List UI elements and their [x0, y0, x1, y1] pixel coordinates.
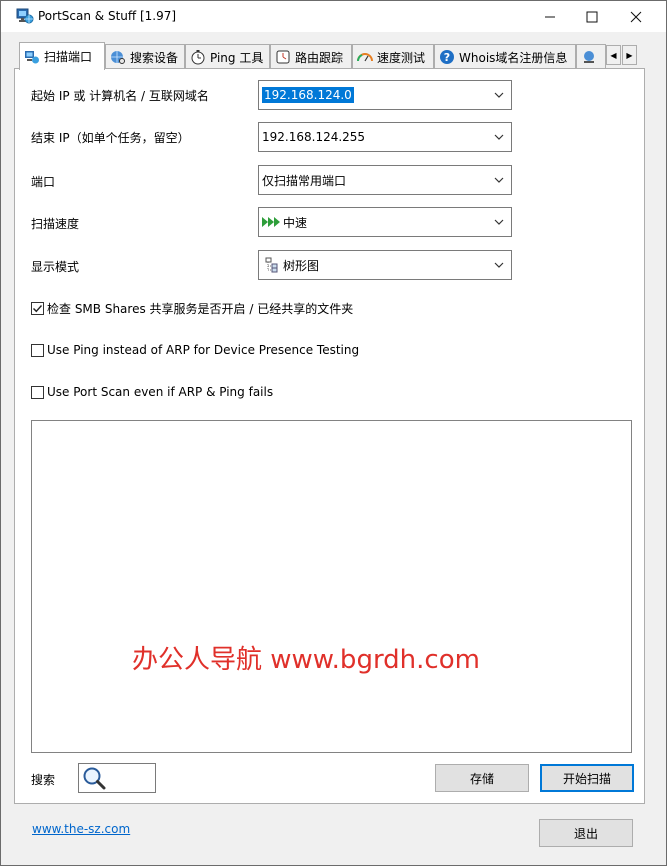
chevron-down-icon: [494, 177, 504, 183]
portscan-check-label: Use Port Scan even if ARP & Ping fails: [47, 385, 274, 399]
tab-scroll-left-button[interactable]: ◀: [606, 45, 621, 65]
smb-check-option[interactable]: 检查 SMB Shares 共享服务是否开启 / 已经共享的文件夹: [31, 300, 353, 317]
title-bar[interactable]: PortScan & Stuff [1.97]: [1, 1, 666, 32]
display-value: 树形图: [283, 258, 320, 273]
portscan-check-option[interactable]: Use Port Scan even if ARP & Ping fails: [31, 385, 273, 399]
minimize-icon: [545, 16, 555, 17]
tab-more[interactable]: [576, 44, 606, 69]
question-icon: ?: [440, 50, 454, 64]
stopwatch-icon: [191, 50, 205, 65]
app-window: PortScan & Stuff [1.97] 扫描端口 搜索设备 Ping 工…: [0, 0, 667, 866]
tab-scroll-right-button[interactable]: ▶: [622, 45, 637, 65]
close-icon: [630, 11, 642, 22]
chevron-down-icon: [494, 219, 504, 225]
end-ip-combo[interactable]: 192.168.124.255: [258, 122, 512, 152]
save-button[interactable]: 存储: [435, 764, 529, 792]
results-tree-area[interactable]: 办公人导航 www.bgrdh.com: [31, 420, 632, 753]
chevron-right-icon: ▶: [626, 50, 633, 60]
tab-label: 搜索设备: [130, 50, 179, 65]
speed-value-wrap: 中速: [262, 214, 307, 231]
website-link[interactable]: www.the-sz.com: [32, 822, 130, 836]
ping-checkbox[interactable]: [31, 343, 44, 357]
close-button[interactable]: [613, 1, 659, 32]
ping-check-option[interactable]: Use Ping instead of ARP for Device Prese…: [31, 343, 359, 357]
globe-search-icon: [111, 51, 125, 64]
speed-combo[interactable]: 中速: [258, 207, 512, 237]
route-clock-icon: [276, 50, 290, 64]
search-input[interactable]: [78, 763, 156, 793]
portscan-checkbox[interactable]: [31, 385, 44, 399]
tab-label: 速度测试: [377, 50, 426, 65]
exit-button[interactable]: 退出: [539, 819, 633, 847]
svg-text:?: ?: [444, 51, 450, 64]
globe-network-icon: [584, 51, 594, 63]
tab-strip: 扫描端口 搜索设备 Ping 工具 路由跟踪 速度测试 ? Whois域名注册信…: [14, 42, 645, 70]
search-label: 搜索: [31, 773, 56, 787]
minimize-button[interactable]: [527, 1, 573, 32]
tab-whois[interactable]: ? Whois域名注册信息: [434, 44, 576, 69]
port-label: 端口: [31, 175, 56, 189]
tab-speed-test[interactable]: 速度测试: [352, 44, 434, 69]
display-value-wrap: 树形图: [262, 257, 319, 274]
end-ip-value: 192.168.124.255: [262, 130, 366, 144]
smb-checkbox[interactable]: [31, 302, 44, 315]
window-title: PortScan & Stuff [1.97]: [38, 9, 177, 23]
magnifier-icon: [83, 767, 106, 790]
tab-ping[interactable]: Ping 工具: [185, 44, 270, 69]
ping-check-label: Use Ping instead of ARP for Device Prese…: [47, 343, 360, 357]
fast-forward-icon: [262, 217, 280, 227]
speedometer-icon: [357, 53, 373, 62]
end-ip-label: 结束 IP（如单个任务，留空）: [31, 131, 190, 145]
chevron-left-icon: ◀: [610, 50, 617, 60]
maximize-button[interactable]: [569, 1, 615, 32]
chevron-down-icon: [494, 92, 504, 98]
tab-traceroute[interactable]: 路由跟踪: [270, 44, 352, 69]
tab-label: Whois域名注册信息: [459, 50, 568, 65]
tab-label: Ping 工具: [210, 50, 264, 65]
chevron-down-icon: [494, 134, 504, 140]
start-scan-button[interactable]: 开始扫描: [540, 764, 634, 792]
watermark-text: 办公人导航 www.bgrdh.com: [132, 645, 480, 675]
tab-label: 路由跟踪: [295, 50, 344, 65]
tab-port-scan[interactable]: 扫描端口: [19, 42, 105, 70]
start-ip-combo[interactable]: 192.168.124.0: [258, 80, 512, 110]
speed-value: 中速: [283, 215, 308, 230]
tab-search-devices[interactable]: 搜索设备: [105, 44, 185, 69]
chevron-down-icon: [494, 262, 504, 268]
checkmark-icon: [33, 305, 43, 313]
start-ip-value: 192.168.124.0: [262, 87, 354, 103]
speed-label: 扫描速度: [31, 217, 80, 231]
display-mode-combo[interactable]: 树形图: [258, 250, 512, 280]
port-value: 仅扫描常用端口: [262, 173, 347, 188]
network-computer-icon: [25, 50, 39, 63]
maximize-icon: [586, 11, 598, 22]
tab-label: 扫描端口: [44, 50, 93, 64]
smb-check-label: 检查 SMB Shares 共享服务是否开启 / 已经共享的文件夹: [47, 302, 354, 316]
app-network-icon: [16, 8, 34, 24]
port-combo[interactable]: 仅扫描常用端口: [258, 165, 512, 195]
tree-view-icon: [265, 257, 278, 273]
start-ip-label: 起始 IP 或 计算机名 / 互联网域名: [31, 89, 209, 103]
display-mode-label: 显示模式: [31, 260, 80, 274]
